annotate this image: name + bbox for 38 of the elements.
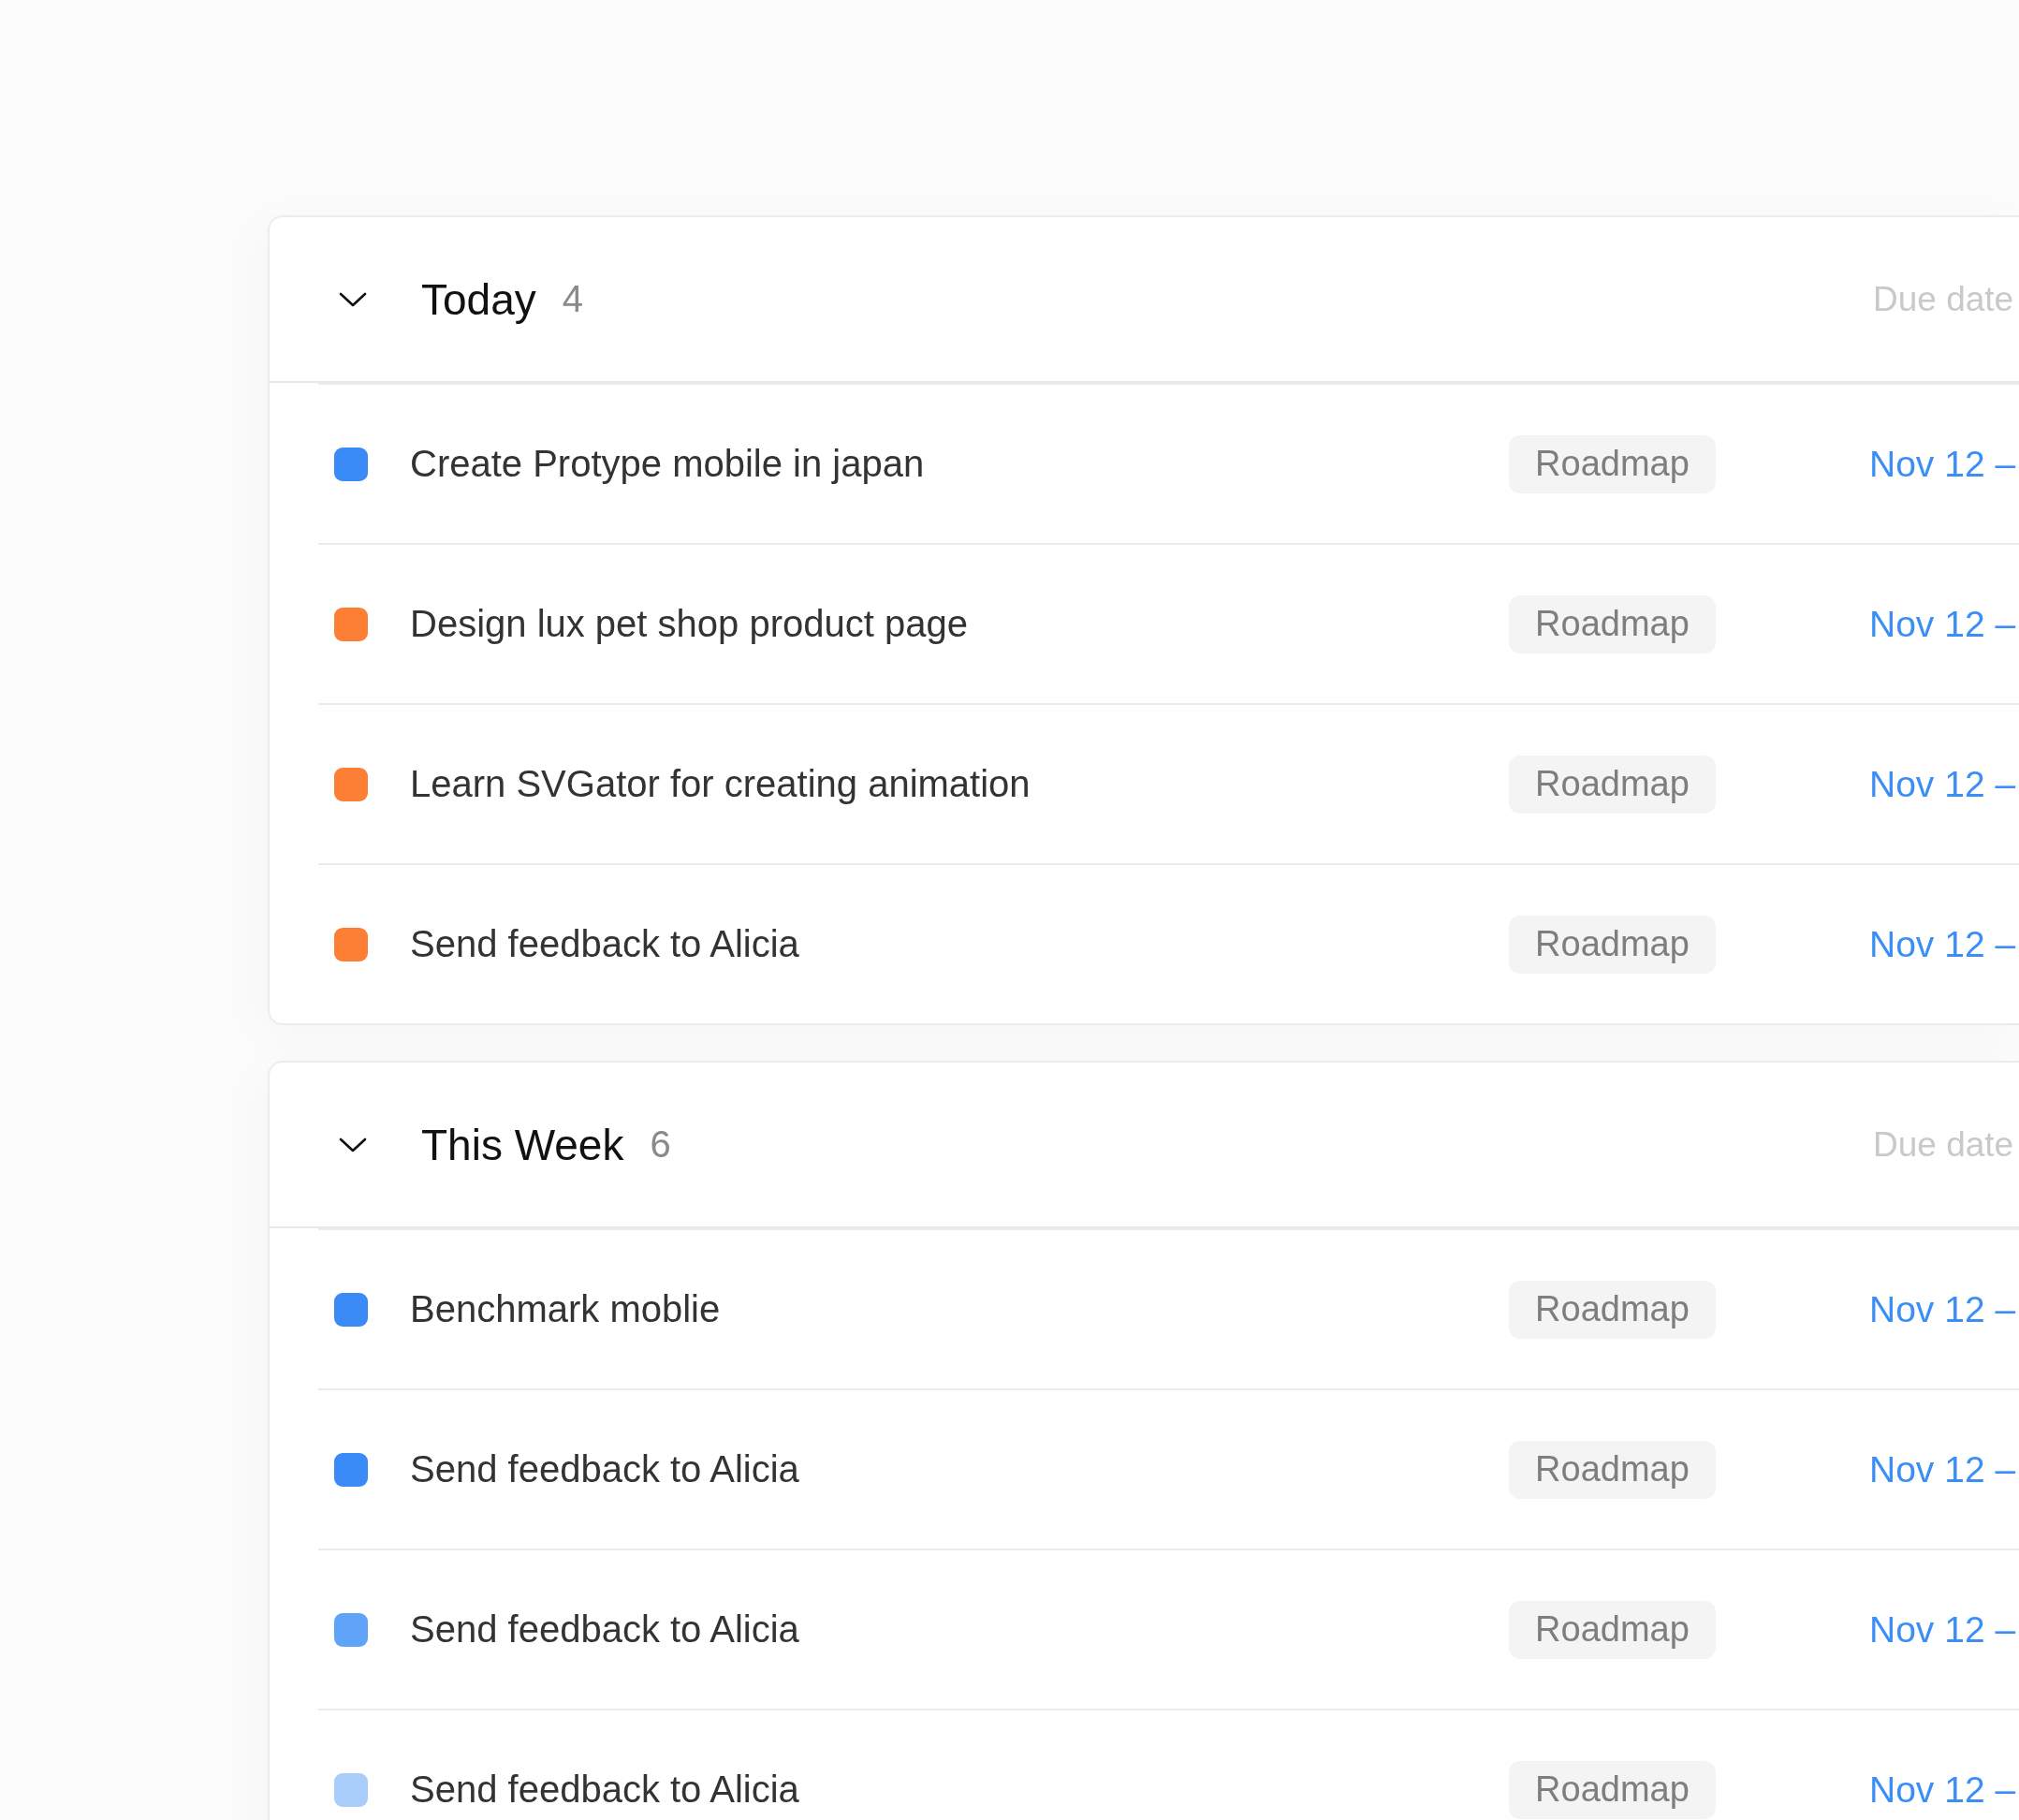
project-tag: Roadmap <box>1509 1280 1716 1339</box>
project-tag: Roadmap <box>1509 1760 1716 1819</box>
task-title: Design lux pet shop product page <box>410 603 969 645</box>
task-title: Send feedback to Alicia <box>410 923 800 965</box>
task-title: Benchmark moblie <box>410 1288 722 1330</box>
task-row[interactable]: Send feedback to Alicia Roadmap Nov 12 – <box>318 1709 2019 1820</box>
due-date: Nov 12 – <box>1869 443 2017 485</box>
group-title: Today <box>421 273 536 325</box>
task-count: 6 <box>650 1123 671 1166</box>
project-tag: Roadmap <box>1509 1600 1716 1659</box>
project-tag: Roadmap <box>1509 1440 1716 1499</box>
task-title: Send feedback to Alicia <box>410 1608 800 1651</box>
task-title: Learn SVGator for creating animation <box>410 763 1031 805</box>
task-title: Send feedback to Alicia <box>410 1448 800 1490</box>
chevron-icon[interactable] <box>339 1136 367 1153</box>
task-row[interactable]: Learn SVGator for creating animation Roadmap Nov 12 – <box>318 703 2019 863</box>
due-date: Nov 12 – <box>1869 1288 2017 1330</box>
task-row[interactable]: Send feedback to Alicia Roadmap Nov 12 – <box>318 1388 2019 1548</box>
due-date: Nov 12 – <box>1869 1608 2017 1651</box>
task-title: Send feedback to Alicia <box>410 1769 800 1811</box>
due-date: Nov 12 – <box>1869 923 2017 965</box>
task-count: 4 <box>562 278 583 320</box>
task-row[interactable]: Create Protype mobile in japan Roadmap Nov 12 – <box>318 383 2019 543</box>
task-row[interactable]: Send feedback to Alicia Roadmap Nov 12 – <box>318 1548 2019 1709</box>
task-row[interactable]: Design lux pet shop product page Roadmap Nov 12 – <box>318 543 2019 703</box>
due-date: Nov 12 – <box>1869 1769 2017 1811</box>
task-title: Create Protype mobile in japan <box>410 443 926 485</box>
group-title: This Week <box>421 1119 624 1170</box>
task-row[interactable]: Benchmark moblie Roadmap Nov 12 – <box>318 1228 2019 1388</box>
project-tag: Roadmap <box>1509 755 1716 814</box>
project-tag: Roadmap <box>1509 434 1716 493</box>
project-tag: Roadmap <box>1509 915 1716 974</box>
task-row[interactable]: Send feedback to Alicia Roadmap Nov 12 – <box>318 863 2019 1023</box>
chevron-icon[interactable] <box>339 290 367 308</box>
project-tag: Roadmap <box>1509 594 1716 653</box>
due-date: Nov 12 – <box>1869 603 2017 645</box>
due-date: Nov 12 – <box>1869 1448 2017 1490</box>
due-date: Nov 12 – <box>1869 763 2017 805</box>
